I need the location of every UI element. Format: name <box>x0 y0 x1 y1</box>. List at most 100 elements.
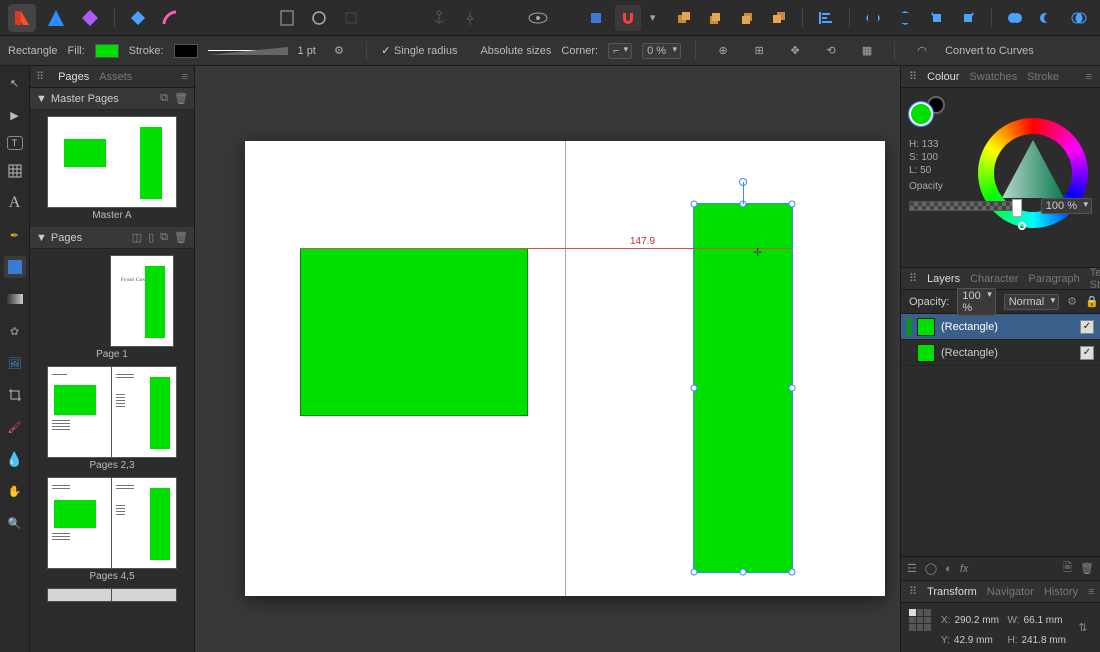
transform-panel-icon[interactable]: ▦ <box>854 38 880 64</box>
delete-layer-icon[interactable]: 🗑 <box>1080 562 1094 575</box>
boolean-intersect-icon[interactable] <box>1066 5 1092 31</box>
zoom-tool[interactable]: 🔍 <box>4 512 26 534</box>
tab-text-styles[interactable]: Text Styles <box>1090 267 1100 291</box>
pin-icon[interactable] <box>457 5 483 31</box>
tab-character[interactable]: Character <box>970 273 1018 285</box>
node-shape-icon[interactable] <box>125 5 151 31</box>
delete-page-icon[interactable]: 🗑 <box>174 231 188 244</box>
designer-persona-tab[interactable] <box>42 4 70 32</box>
corner-percent-dropdown[interactable]: 0 % <box>642 43 681 59</box>
stroke-weight-slider[interactable] <box>208 47 288 55</box>
layer-visibility-checkbox[interactable]: ✓ <box>1080 320 1094 334</box>
align-left-icon[interactable] <box>813 5 839 31</box>
picture-frame-tool[interactable]: 🖼 <box>4 352 26 374</box>
tab-navigator[interactable]: Navigator <box>987 586 1034 598</box>
color-picker-tool[interactable]: 💧 <box>4 448 26 470</box>
layer-stack-icon[interactable]: ☲ <box>907 562 917 575</box>
tab-history[interactable]: History <box>1044 586 1078 598</box>
artistic-text-tool[interactable]: A <box>4 192 26 214</box>
tab-layers[interactable]: Layers <box>927 273 960 285</box>
assets-tool[interactable]: ✿ <box>4 320 26 342</box>
node-tool[interactable]: ▶ <box>4 104 26 126</box>
pages-2-3-thumb[interactable]: ▬▬▬▬▬ ▬▬▬▬▬▬▬▬▬▬▬▬▬▬▬▬▬▬▬▬▬▬▬▬ ▬▬▬▬▬▬▬▬▬… <box>47 366 177 458</box>
hand-tool[interactable]: ✋ <box>4 480 26 502</box>
layer-lock-icon[interactable]: 🔒 <box>1085 295 1099 308</box>
stroke-swatch[interactable] <box>174 44 198 58</box>
corner-type-dropdown[interactable]: ⌐ <box>608 43 632 59</box>
brush-tool[interactable]: 🖌 <box>4 416 26 438</box>
photo-persona-tab[interactable] <box>76 4 104 32</box>
master-a-thumb[interactable] <box>47 116 177 208</box>
add-layer-icon[interactable]: 🗎 <box>1063 559 1072 578</box>
h-field[interactable]: H:241.8 mm <box>1008 635 1069 646</box>
pages-header[interactable]: ▼Pages ◫ ▯ ⧉ 🗑 <box>30 227 194 249</box>
adjustment-icon[interactable]: ◐ <box>945 563 952 575</box>
hue-picker-handle[interactable] <box>1018 222 1026 230</box>
align-target-icon[interactable]: ⊕ <box>710 38 736 64</box>
duplicate-master-icon[interactable]: ⧉ <box>160 92 168 105</box>
fill-swatch[interactable] <box>95 44 119 58</box>
mask-icon[interactable]: ◯ <box>925 562 937 575</box>
cycle-select-icon[interactable]: ⟲ <box>818 38 844 64</box>
anchor-icon[interactable] <box>426 5 452 31</box>
stroke-weight-value[interactable]: 1 pt <box>298 45 316 57</box>
snap-options-dropdown[interactable]: ▾ <box>647 5 659 31</box>
single-radius-check[interactable]: ✓Single radius <box>381 45 458 57</box>
gradient-tool[interactable] <box>4 288 26 310</box>
layer-settings-icon[interactable]: ⚙ <box>1067 295 1077 308</box>
pen-tool[interactable]: ✒ <box>4 224 26 246</box>
fill-colour-swatch[interactable] <box>909 102 933 126</box>
snap-magnet-icon[interactable] <box>615 5 641 31</box>
corner-tool-icon[interactable] <box>157 5 183 31</box>
arrange-forward-icon[interactable] <box>702 5 728 31</box>
link-wh-icon[interactable]: ⇅ <box>1074 621 1092 634</box>
tab-transform[interactable]: Transform <box>927 586 977 598</box>
colour-panel-menu-icon[interactable]: ≡ <box>1086 71 1092 83</box>
publisher-persona-tab[interactable] <box>8 4 36 32</box>
new-doc-icon[interactable] <box>274 5 300 31</box>
pages-4-5-thumb[interactable]: ▬▬▬▬▬▬▬▬▬▬▬▬ ▬▬▬▬▬▬▬▬▬▬▬▬▬▬▬▬▬▬ ▬▬▬▬▬▬▬▬… <box>47 477 177 569</box>
layer-visibility-checkbox[interactable]: ✓ <box>1080 346 1094 360</box>
rotate-ccw-icon[interactable] <box>924 5 950 31</box>
master-pages-header[interactable]: ▼Master Pages ⧉🗑 <box>30 88 194 110</box>
fill-stroke-swatch[interactable] <box>909 96 945 132</box>
x-field[interactable]: X:290.2 mm <box>941 615 1002 626</box>
stroke-settings-icon[interactable]: ⚙ <box>326 38 352 64</box>
arrange-back-icon[interactable] <box>766 5 792 31</box>
crop-tool[interactable] <box>4 384 26 406</box>
circle-tool-icon[interactable] <box>306 5 332 31</box>
facing-pages-icon[interactable]: ◫ <box>132 231 142 244</box>
table-tool[interactable] <box>4 160 26 182</box>
flip-v-icon[interactable] <box>892 5 918 31</box>
layer-row-rectangle-2[interactable]: (Rectangle) ✓ <box>901 340 1100 366</box>
w-field[interactable]: W:66.1 mm <box>1008 615 1069 626</box>
tab-colour[interactable]: Colour <box>927 71 959 83</box>
square-tool-icon[interactable] <box>338 5 364 31</box>
layer-row-rectangle-1[interactable]: (Rectangle) ✓ <box>901 314 1100 340</box>
absolute-sizes-check[interactable]: Absolute sizes <box>467 44 551 57</box>
transform-origin-icon[interactable]: ✥ <box>782 38 808 64</box>
tab-stroke[interactable]: Stroke <box>1027 71 1059 83</box>
add-page-icon[interactable]: ⧉ <box>160 231 168 244</box>
layer-opacity-field[interactable]: 100 % <box>957 288 995 316</box>
blend-mode-dropdown[interactable]: Normal <box>1004 294 1059 310</box>
single-page-icon[interactable]: ▯ <box>148 231 154 244</box>
canvas[interactable]: 147.9 ✛ <box>195 66 900 652</box>
delete-master-icon[interactable]: 🗑 <box>174 92 188 105</box>
arrange-backward-icon[interactable] <box>734 5 760 31</box>
tab-paragraph[interactable]: Paragraph <box>1028 273 1079 285</box>
clip-icon[interactable] <box>583 5 609 31</box>
y-field[interactable]: Y:42.9 mm <box>941 635 1002 646</box>
tab-pages[interactable]: Pages <box>58 71 89 83</box>
flip-h-icon[interactable] <box>860 5 886 31</box>
show-align-icon[interactable]: ⊞ <box>746 38 772 64</box>
preview-icon[interactable] <box>525 5 551 31</box>
panel-menu-icon[interactable]: ≡ <box>182 71 188 83</box>
fx-icon[interactable]: fx <box>960 563 969 575</box>
convert-curves-icon[interactable]: ◠ <box>909 38 935 64</box>
tab-swatches[interactable]: Swatches <box>969 71 1017 83</box>
tab-assets[interactable]: Assets <box>99 71 132 83</box>
frame-text-tool[interactable]: T <box>7 136 23 150</box>
page-1-thumb[interactable]: Front Cover <box>110 255 174 347</box>
rotate-cw-icon[interactable] <box>955 5 981 31</box>
